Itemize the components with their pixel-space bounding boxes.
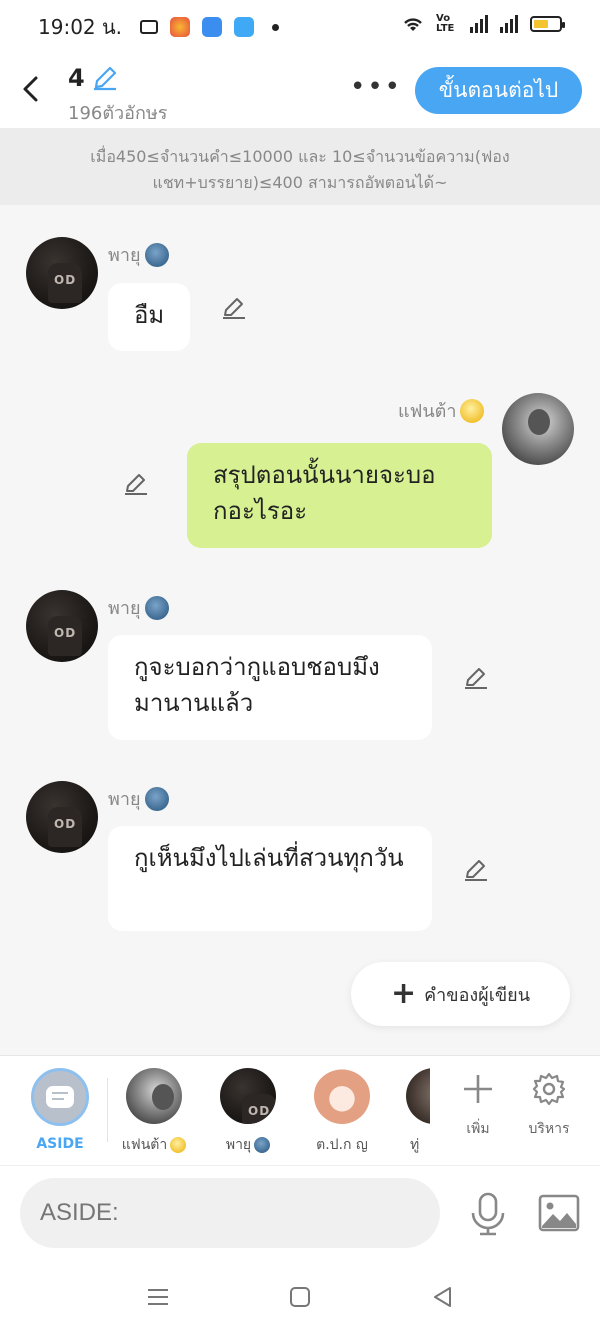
author-note-button[interactable]: + คำของผู้เขียน <box>351 962 570 1026</box>
edit-message-icon[interactable] <box>462 856 490 884</box>
blue-app-icon <box>202 17 223 37</box>
more-options-button[interactable]: ••• <box>350 72 402 102</box>
avatar-fanta[interactable] <box>502 393 574 465</box>
menu-nav-icon[interactable] <box>145 1284 171 1310</box>
edit-message-icon[interactable] <box>462 664 490 692</box>
moon-emoji-icon <box>144 242 169 267</box>
manage-characters-button[interactable]: บริหาร <box>526 1072 572 1140</box>
microphone-icon[interactable] <box>468 1192 508 1236</box>
back-nav-icon[interactable] <box>430 1284 456 1310</box>
volte-label: Vo LTE <box>436 13 455 34</box>
image-icon[interactable] <box>538 1194 580 1232</box>
character-partial[interactable]: ทู่ <box>400 1068 430 1156</box>
page-title[interactable]: 4 <box>68 64 119 92</box>
status-notification-icons <box>140 17 280 37</box>
character-label: แฟนต้า <box>118 1134 190 1156</box>
aside-icon <box>31 1068 89 1126</box>
character-label: ต.ป.ก ญ <box>316 1137 368 1153</box>
character-fanta[interactable]: แฟนต้า <box>118 1068 190 1156</box>
system-nav-bar <box>0 1260 600 1333</box>
episode-number: 4 <box>68 64 85 92</box>
avatar <box>220 1068 276 1124</box>
edit-title-icon[interactable] <box>91 64 119 92</box>
signal-1-icon <box>470 15 488 33</box>
add-character-button[interactable]: เพิ่ม <box>458 1072 498 1140</box>
character-topok[interactable]: ต.ป.ก ญ <box>306 1068 378 1156</box>
home-nav-icon[interactable] <box>287 1284 313 1310</box>
status-bar: 19:02 น. Vo LTE <box>0 0 600 54</box>
moon-emoji-icon <box>144 595 169 620</box>
battery-icon <box>530 16 565 32</box>
noveltoon-app-icon <box>234 17 255 37</box>
dot-icon <box>272 23 280 31</box>
edit-message-icon[interactable] <box>220 294 248 322</box>
smile-emoji-icon <box>460 398 485 423</box>
chevron-left-icon <box>23 76 38 102</box>
avatar-phayu[interactable] <box>26 237 98 309</box>
character-selector: ASIDE แฟนต้า พายุ ต.ป.ก ญ ทู่ เพิ่ม บริห… <box>0 1055 600 1165</box>
character-label: ทู่ <box>410 1137 420 1153</box>
sender-name: แฟนต้า <box>398 396 485 425</box>
message-bubble[interactable]: กูเห็นมึงไปเล่นที่สวนทุกวัน <box>108 826 432 931</box>
sender-name: พายุ <box>108 784 169 813</box>
character-count: 196ตัวอักษร <box>68 103 168 124</box>
character-aside[interactable]: ASIDE <box>30 1068 90 1152</box>
avatar <box>406 1068 430 1124</box>
author-note-label: คำของผู้เขียน <box>424 984 531 1006</box>
gear-icon <box>532 1072 566 1106</box>
signal-2-icon <box>500 15 518 33</box>
character-label: ASIDE <box>36 1136 84 1152</box>
avatar-phayu[interactable] <box>26 590 98 662</box>
avatar-phayu[interactable] <box>26 781 98 853</box>
message-bubble[interactable]: กูจะบอกว่ากูแอบชอบมึงมานานแล้ว <box>108 635 432 740</box>
message-input[interactable] <box>20 1178 440 1248</box>
word-count-notice: เมื่อ450≤จำนวนคำ≤10000 และ 10≤จำนวนข้อคว… <box>0 128 600 205</box>
plus-icon: + <box>390 976 417 1011</box>
edit-message-icon[interactable] <box>122 470 150 498</box>
character-phayu[interactable]: พายุ <box>212 1068 284 1156</box>
moon-emoji-icon <box>254 1137 271 1153</box>
message-bubble[interactable]: สรุปตอนนั้นนายจะบอกอะไรอะ <box>187 443 492 548</box>
screen-icon <box>140 20 159 34</box>
moon-emoji-icon <box>144 786 169 811</box>
avatar <box>314 1068 370 1124</box>
header: 4 196ตัวอักษร ••• ขั้นตอนต่อไป <box>0 54 600 128</box>
plus-icon <box>464 1075 492 1103</box>
status-time: 19:02 น. <box>38 15 123 39</box>
message-bubble[interactable]: อืม <box>108 283 190 351</box>
wifi-icon <box>404 18 422 31</box>
sender-name: พายุ <box>108 593 169 622</box>
star-app-icon <box>170 17 191 37</box>
back-button[interactable] <box>14 72 48 106</box>
next-step-button[interactable]: ขั้นตอนต่อไป <box>415 67 582 114</box>
divider <box>107 1078 108 1142</box>
sender-name: พายุ <box>108 240 169 269</box>
input-bar <box>0 1165 600 1260</box>
smile-emoji-icon <box>170 1137 187 1153</box>
avatar <box>126 1068 182 1124</box>
character-label: พายุ <box>212 1134 284 1156</box>
